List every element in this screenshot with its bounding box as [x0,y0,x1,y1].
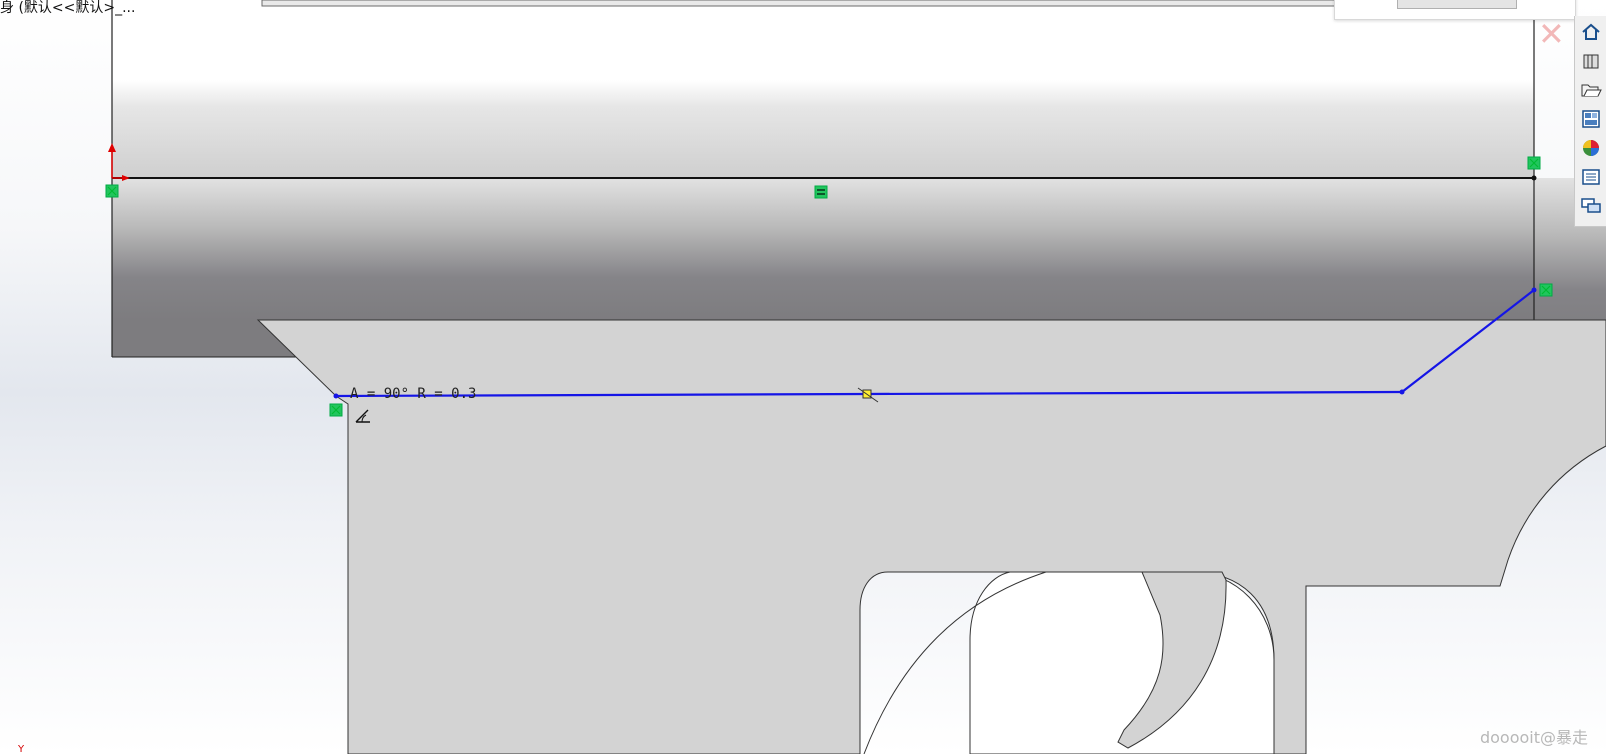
design-library-icon[interactable] [1578,48,1604,74]
relation-marker-corner[interactable] [1527,156,1541,170]
properties-list-icon[interactable] [1578,164,1604,190]
trigger-guard-opening [969,571,1275,754]
relation-marker-right[interactable] [1539,283,1553,297]
graphics-viewport[interactable]: A = 90° R = 0.3 [0,0,1606,754]
task-pane [1574,16,1606,227]
chat-icon[interactable] [1578,193,1604,219]
slide-body [112,178,1534,320]
folder-open-icon[interactable] [1578,77,1604,103]
relation-marker-origin[interactable] [105,184,119,198]
sketch-canvas[interactable]: A = 90° R = 0.3 [0,0,1606,754]
sketch-vertex[interactable] [1399,389,1405,395]
relation-marker-left[interactable] [329,403,343,417]
view-palette-icon[interactable] [1578,106,1604,132]
dimension-label[interactable]: A = 90° R = 0.3 [350,386,476,402]
sketch-endpoint-right[interactable] [1531,287,1537,293]
document-title: 身 (默认<<默认>_... [0,0,136,16]
upper-face [112,0,1534,178]
home-icon[interactable] [1578,19,1604,45]
sketch-endpoint-left[interactable] [333,393,339,399]
sketch-corner-point[interactable] [1531,175,1537,181]
watermark-text: dooooit@暴走 [1479,728,1588,747]
relation-marker-equal[interactable] [814,185,828,199]
close-icon[interactable]: ✕ [1538,18,1565,50]
appearances-icon[interactable] [1578,135,1604,161]
toolbar-slider[interactable] [1397,0,1517,9]
y-axis-label: Y [18,744,25,755]
